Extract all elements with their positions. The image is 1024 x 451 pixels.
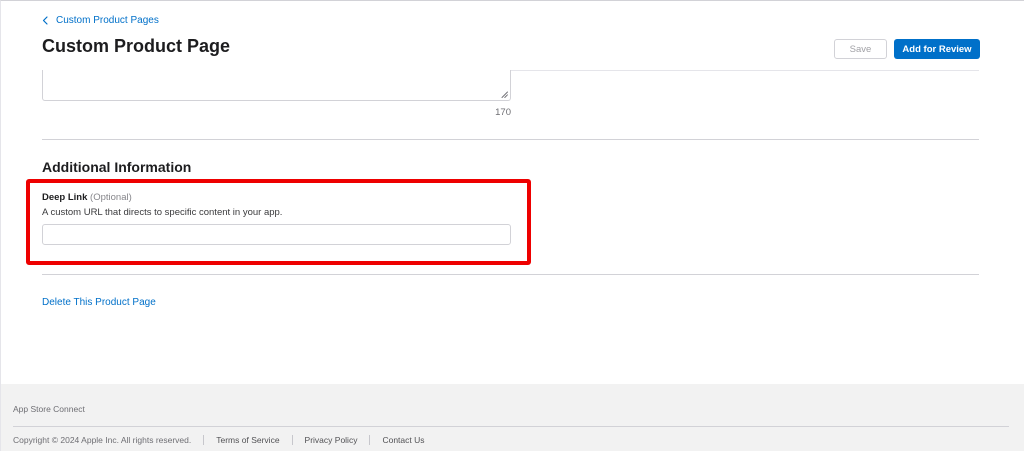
privacy-policy-link[interactable]: Privacy Policy — [305, 435, 358, 445]
header-divider — [511, 70, 979, 71]
deep-link-label: Deep Link (Optional) — [42, 192, 132, 203]
footer-separator — [203, 435, 205, 445]
delete-product-page-link[interactable]: Delete This Product Page — [42, 297, 156, 308]
footer: App Store Connect Copyright © 2024 Apple… — [1, 384, 1024, 451]
promotional-text-area[interactable] — [42, 70, 511, 101]
footer-divider — [13, 426, 1009, 427]
add-for-review-button[interactable]: Add for Review — [894, 39, 980, 59]
resize-handle-icon[interactable] — [501, 91, 508, 98]
back-to-custom-product-pages-link[interactable]: Custom Product Pages — [42, 15, 159, 26]
optional-tag: (Optional) — [90, 192, 132, 203]
deep-link-input[interactable] — [42, 224, 511, 245]
copyright-text: Copyright © 2024 Apple Inc. All rights r… — [13, 435, 192, 445]
section-divider — [42, 274, 979, 275]
contact-us-link[interactable]: Contact Us — [382, 435, 424, 445]
back-link-label: Custom Product Pages — [56, 15, 159, 26]
footer-separator — [369, 435, 371, 445]
footer-links: Copyright © 2024 Apple Inc. All rights r… — [13, 435, 425, 445]
save-button[interactable]: Save — [834, 39, 887, 59]
deep-link-label-text: Deep Link — [42, 192, 88, 203]
additional-information-heading: Additional Information — [42, 159, 192, 175]
footer-brand: App Store Connect — [13, 404, 85, 414]
section-divider — [42, 139, 979, 140]
custom-product-page: Custom Product Pages Custom Product Page… — [0, 0, 1024, 451]
chevron-left-icon — [42, 16, 48, 25]
footer-separator — [291, 435, 293, 445]
page-title: Custom Product Page — [42, 36, 231, 56]
character-count: 170 — [495, 107, 511, 118]
terms-of-service-link[interactable]: Terms of Service — [216, 435, 279, 445]
deep-link-description: A custom URL that directs to specific co… — [42, 207, 283, 218]
